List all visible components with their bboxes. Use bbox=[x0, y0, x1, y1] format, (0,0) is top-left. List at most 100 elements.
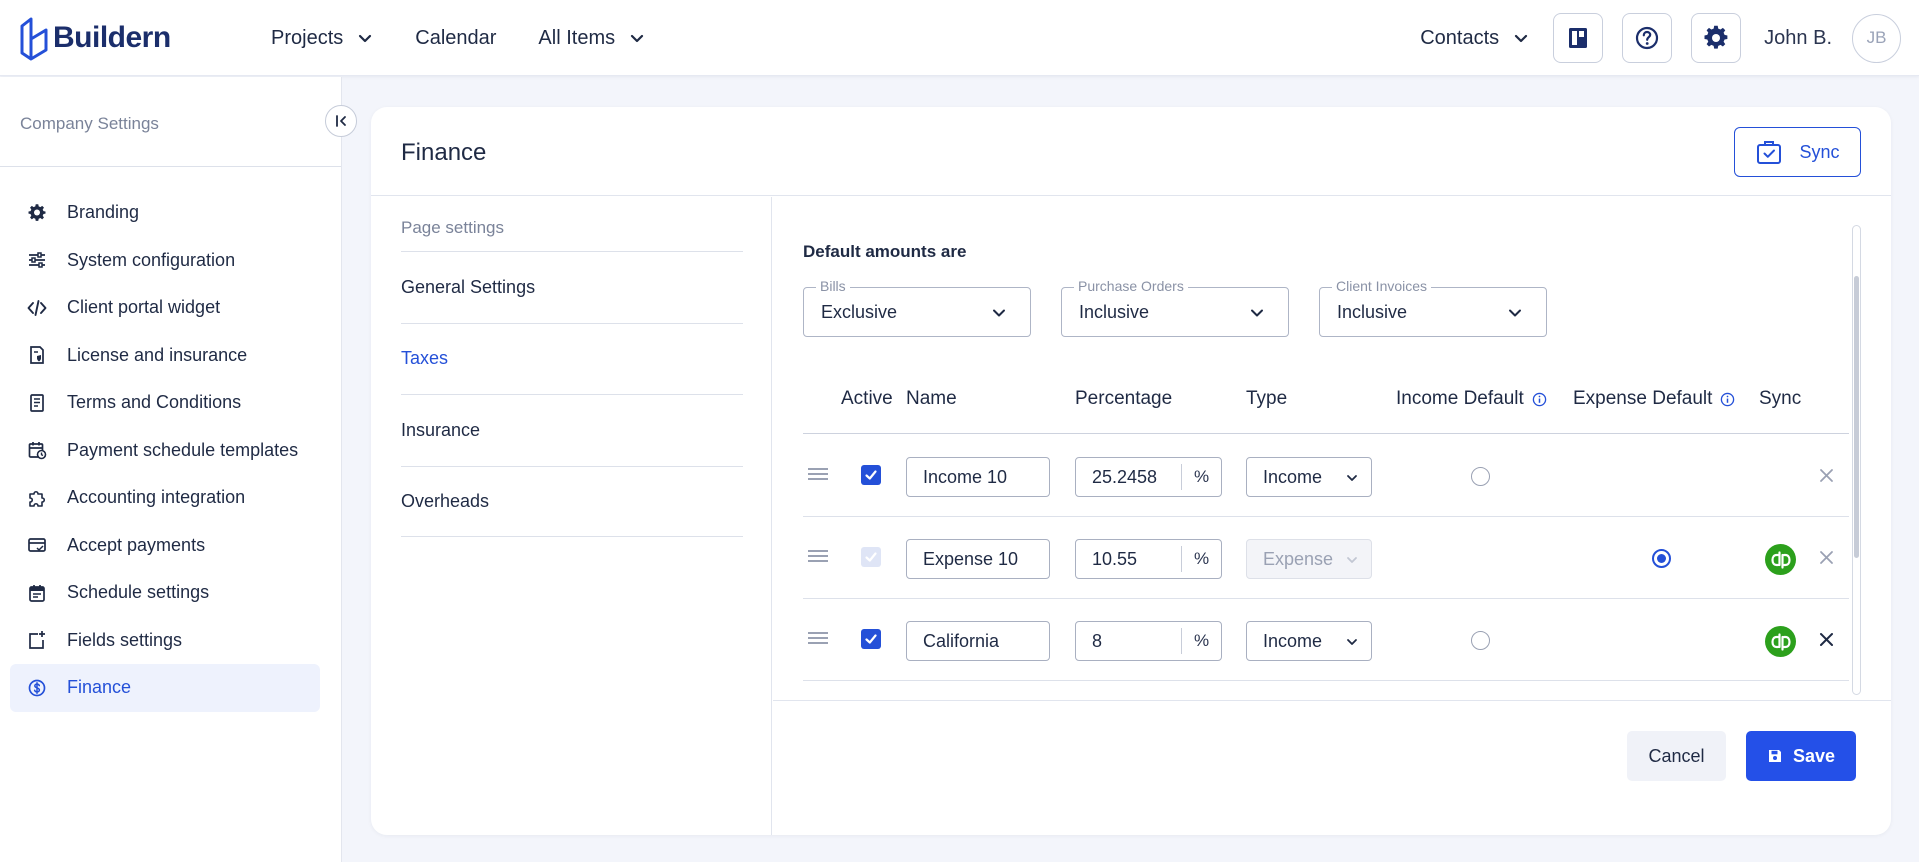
card-icon bbox=[27, 535, 47, 555]
user-name: John B. bbox=[1764, 26, 1832, 49]
column-header-expense-default: Expense Default bbox=[1573, 388, 1735, 410]
tax-name-input[interactable]: Income 10 bbox=[906, 457, 1050, 497]
save-button[interactable]: Save bbox=[1746, 731, 1856, 781]
code-icon bbox=[27, 298, 47, 318]
vertical-scrollbar[interactable] bbox=[1852, 225, 1861, 695]
sidebar-item-schedule-settings[interactable]: Schedule settings bbox=[10, 569, 320, 617]
tax-percentage-input[interactable]: 8 % bbox=[1075, 621, 1222, 661]
gear-icon bbox=[27, 203, 47, 223]
chevron-down-icon bbox=[1347, 639, 1357, 645]
sidebar-item-fields-settings[interactable]: Fields settings bbox=[10, 617, 320, 665]
nav-projects-label: Projects bbox=[271, 26, 344, 49]
sidebar-item-client-portal-widget[interactable]: Client portal widget bbox=[10, 284, 320, 332]
tax-percentage-value: 10.55 bbox=[1092, 548, 1138, 569]
taxes-table-header: Active Name Percentage Type Income Defau… bbox=[803, 383, 1849, 434]
scrollbar-thumb[interactable] bbox=[1854, 276, 1859, 558]
info-icon[interactable] bbox=[1720, 392, 1735, 407]
subnav-list: General Settings Taxes Insurance Overhea… bbox=[401, 251, 743, 537]
expense-default-radio[interactable] bbox=[1652, 549, 1671, 568]
subnav-item-overheads[interactable]: Overheads bbox=[401, 465, 743, 537]
close-icon[interactable] bbox=[1818, 467, 1835, 484]
dashboard-button[interactable] bbox=[1553, 13, 1604, 63]
subnav-item-general-settings[interactable]: General Settings bbox=[401, 251, 743, 323]
calendar-clock-icon bbox=[27, 440, 47, 460]
tax-percentage-input[interactable]: 25.2458 % bbox=[1075, 457, 1222, 497]
table-row: California 8 % Income bbox=[803, 599, 1849, 681]
drag-handle-icon[interactable] bbox=[807, 466, 829, 482]
client-invoices-select[interactable]: Client Invoices Inclusive bbox=[1319, 278, 1547, 337]
help-button[interactable] bbox=[1622, 13, 1673, 63]
income-default-radio[interactable] bbox=[1471, 467, 1490, 486]
dashboard-layout-icon bbox=[1569, 28, 1588, 48]
bills-select-label: Bills bbox=[816, 278, 850, 294]
save-label: Save bbox=[1792, 745, 1836, 766]
main-nav: Projects Calendar All Items bbox=[271, 0, 687, 76]
active-checkbox[interactable] bbox=[861, 629, 881, 649]
sliders-icon bbox=[27, 250, 47, 270]
purchase-orders-select[interactable]: Purchase Orders Inclusive bbox=[1061, 278, 1289, 337]
sync-briefcase-icon bbox=[1757, 141, 1782, 164]
drag-handle-icon[interactable] bbox=[807, 548, 829, 564]
tax-percentage-value: 25.2458 bbox=[1092, 466, 1158, 487]
sidebar-item-label: System configuration bbox=[67, 249, 236, 270]
column-header-type: Type bbox=[1246, 388, 1288, 409]
sidebar-item-system-configuration[interactable]: System configuration bbox=[10, 237, 320, 285]
sidebar-item-accept-payments[interactable]: Accept payments bbox=[10, 522, 320, 570]
bills-select[interactable]: Bills Exclusive bbox=[803, 278, 1031, 337]
buildern-logo-icon bbox=[20, 17, 48, 61]
tax-type-value: Expense bbox=[1263, 548, 1334, 569]
nav-calendar-label: Calendar bbox=[415, 26, 497, 49]
logo[interactable]: Buildern bbox=[19, 10, 171, 66]
percent-unit: % bbox=[1181, 464, 1221, 490]
tax-name-input[interactable]: Expense 10 bbox=[906, 539, 1050, 579]
avatar[interactable]: JB bbox=[1852, 13, 1901, 63]
subnav-item-insurance[interactable]: Insurance bbox=[401, 394, 743, 466]
sidebar-item-terms-and-conditions[interactable]: Terms and Conditions bbox=[10, 379, 320, 427]
chevron-down-icon bbox=[1347, 475, 1357, 481]
purchase-orders-select-label: Purchase Orders bbox=[1074, 278, 1188, 294]
contacts-menu[interactable]: Contacts bbox=[1420, 27, 1529, 50]
collapse-left-icon bbox=[336, 115, 346, 127]
contacts-label: Contacts bbox=[1420, 26, 1500, 49]
drag-handle-icon[interactable] bbox=[807, 630, 829, 646]
chevron-down-icon bbox=[359, 34, 372, 43]
sidebar-header: Company Settings bbox=[0, 77, 357, 167]
active-checkbox bbox=[861, 547, 881, 567]
tax-percentage-input[interactable]: 10.55 % bbox=[1075, 539, 1222, 579]
sidebar-item-branding[interactable]: Branding bbox=[10, 189, 320, 237]
settings-button[interactable] bbox=[1691, 13, 1742, 63]
sync-button[interactable]: Sync bbox=[1734, 127, 1861, 177]
sidebar-item-license-and-insurance[interactable]: License and insurance bbox=[10, 332, 320, 380]
chevron-down-icon bbox=[1251, 309, 1263, 317]
client-invoices-select-value: Inclusive bbox=[1337, 301, 1408, 322]
checkmark-icon bbox=[865, 634, 877, 644]
tax-name-input[interactable]: California bbox=[906, 621, 1050, 661]
column-header-income-default-label: Income Default bbox=[1396, 388, 1524, 409]
sidebar-item-label: Branding bbox=[67, 202, 140, 223]
sidebar-item-accounting-integration[interactable]: Accounting integration bbox=[10, 474, 320, 522]
sidebar-item-label: Schedule settings bbox=[67, 582, 210, 603]
sidebar-item-label: Fields settings bbox=[67, 629, 183, 650]
percent-unit: % bbox=[1181, 628, 1221, 654]
chevron-down-icon bbox=[1509, 309, 1521, 317]
active-checkbox[interactable] bbox=[861, 465, 881, 485]
info-icon[interactable] bbox=[1532, 392, 1547, 407]
tax-type-select[interactable]: Income bbox=[1246, 457, 1372, 497]
taxes-content: Default amounts are Bills Exclusive Purc… bbox=[773, 197, 1891, 835]
checkmark-icon bbox=[865, 470, 877, 480]
income-default-radio[interactable] bbox=[1471, 631, 1490, 650]
close-icon[interactable] bbox=[1818, 631, 1835, 648]
collapse-sidebar-button[interactable] bbox=[325, 105, 357, 137]
sidebar-item-label: Accounting integration bbox=[67, 487, 246, 508]
nav-projects[interactable]: Projects bbox=[271, 27, 373, 50]
sidebar-item-payment-schedule-templates[interactable]: Payment schedule templates bbox=[10, 427, 320, 475]
cancel-button[interactable]: Cancel bbox=[1627, 731, 1726, 781]
top-bar: Buildern Projects Calendar All Items Con… bbox=[0, 0, 1919, 76]
nav-all-items[interactable]: All Items bbox=[538, 27, 645, 50]
close-icon[interactable] bbox=[1818, 549, 1835, 566]
sidebar-item-finance[interactable]: Finance bbox=[10, 664, 320, 712]
tax-type-select[interactable]: Income bbox=[1246, 621, 1372, 661]
nav-calendar[interactable]: Calendar bbox=[415, 27, 496, 50]
help-icon bbox=[1636, 26, 1659, 50]
subnav-item-taxes[interactable]: Taxes bbox=[401, 322, 743, 395]
